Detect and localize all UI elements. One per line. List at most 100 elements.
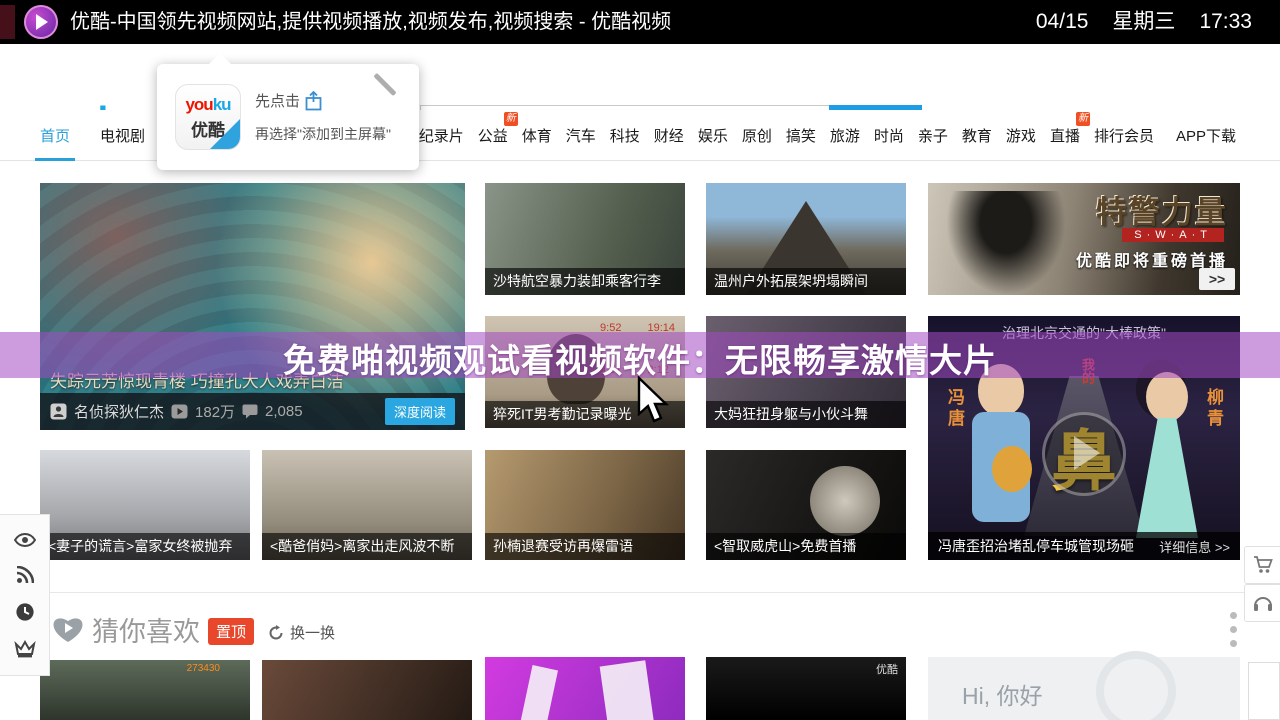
- deep-read-badge[interactable]: 深度阅读: [385, 398, 455, 425]
- time-text: 17:33: [1199, 0, 1252, 44]
- tooltip-step1-text: 先点击: [255, 90, 300, 111]
- app-logo-ku: ku: [213, 95, 231, 114]
- clock-area: 04/15 星期三 17:33: [1036, 0, 1252, 44]
- tooltip-step1: 先点击: [255, 90, 322, 111]
- app-icon-logo: youku: [176, 95, 240, 115]
- nav-item-sports[interactable]: 体育: [522, 125, 552, 146]
- video-card[interactable]: <酷爸俏妈>离家出走风波不断: [262, 450, 472, 560]
- play-overlay-icon[interactable]: [1042, 412, 1126, 496]
- nav-item-funny[interactable]: 搞笑: [786, 125, 816, 146]
- swat-title: 特警力量: [1096, 187, 1228, 232]
- nav-item-education[interactable]: 教育: [962, 125, 992, 146]
- feature-meta-bar: 名侦探狄仁杰 182万 2,085 深度阅读: [40, 393, 465, 430]
- video-caption: 沙特航空暴力装卸乘客行李: [485, 268, 685, 295]
- banner-next-button[interactable]: >>: [1199, 268, 1235, 290]
- video-caption: 大妈狂扭身躯与小伙斗舞: [706, 401, 906, 428]
- nav-item-ranking[interactable]: 排行: [1094, 125, 1124, 146]
- nav-item-finance[interactable]: 财经: [654, 125, 684, 146]
- rss-icon[interactable]: [16, 566, 34, 584]
- headphones-button[interactable]: [1244, 584, 1280, 622]
- crown-icon[interactable]: [14, 640, 36, 658]
- video-card[interactable]: [262, 660, 472, 720]
- video-caption: <智取威虎山>免费首播: [706, 533, 906, 560]
- refresh-button[interactable]: 换一换: [268, 622, 335, 643]
- video-caption: 温州户外拓展架坍塌瞬间: [706, 268, 906, 295]
- app-icon-ribbon: [210, 119, 240, 149]
- more-options-menu[interactable]: [1230, 612, 1237, 647]
- left-floating-toolbar: [0, 514, 50, 676]
- overlay-banner: 免费啪视频观试看视频软件：无限畅享激情大片: [0, 332, 1280, 378]
- video-card[interactable]: 沙特航空暴力装卸乘客行李: [485, 183, 685, 295]
- nav-mid-group: 资讯 拍客 纪录片 公益新 体育 汽车 科技 财经 娱乐 原创 搞笑 旅游 时尚…: [331, 125, 1124, 146]
- nav-item-family[interactable]: 亲子: [918, 125, 948, 146]
- nav-item-live[interactable]: 直播新: [1050, 125, 1080, 146]
- feature-comments: 2,085: [265, 403, 303, 420]
- history-clock-icon[interactable]: [15, 602, 35, 622]
- youku-play-icon: [24, 5, 58, 39]
- video-card[interactable]: 273430: [40, 660, 250, 720]
- feature-card[interactable]: 失踪元芳惊现青楼 巧撞孔大人戏弄白洁 名侦探狄仁杰 182万 2,085 深度阅…: [40, 183, 465, 430]
- video-card[interactable]: 优酷: [706, 657, 906, 720]
- top-title-bar: 优酷-中国领先视频网站,提供视频播放,视频发布,视频搜索 - 优酷视频 04/1…: [0, 0, 1280, 44]
- tall-caption: 冯唐歪招治堵乱停车城管现场砸: [938, 536, 1134, 556]
- new-badge: 新: [504, 112, 518, 126]
- nav-item-original[interactable]: 原创: [742, 125, 772, 146]
- nav-item-tv[interactable]: 电视剧: [100, 125, 145, 146]
- add-to-homescreen-tooltip: youku 优酷 先点击 再选择"添加到主屏幕": [157, 64, 419, 170]
- guess-section-title: 猜你喜欢: [92, 610, 200, 649]
- video-card[interactable]: 温州户外拓展架坍塌瞬间: [706, 183, 906, 295]
- play-count-icon: [171, 404, 188, 419]
- nav-item-home[interactable]: 首页: [40, 125, 70, 146]
- nav-item-auto[interactable]: 汽车: [566, 125, 596, 146]
- headphones-icon: [1253, 594, 1273, 612]
- nav-item-charity[interactable]: 公益新: [478, 125, 508, 146]
- nav-item-tech[interactable]: 科技: [610, 125, 640, 146]
- mouse-cursor: [636, 376, 672, 424]
- share-icon: [305, 91, 322, 111]
- swat-banner[interactable]: 特警力量 S·W·A·T 优酷即将重磅首播 >>: [928, 183, 1240, 295]
- video-card[interactable]: <智取威虎山>免费首播: [706, 450, 906, 560]
- nav-item-charity-label: 公益: [478, 128, 508, 145]
- guess-heart-icon: [52, 614, 84, 644]
- nav-item-app-download[interactable]: APP下载: [1176, 125, 1236, 146]
- video-caption: <妻子的谎言>富家女终被抛弃: [40, 533, 250, 560]
- video-card[interactable]: 孙楠退赛受访再爆雷语: [485, 450, 685, 560]
- app-logo-you: you: [185, 95, 212, 114]
- new-badge: 新: [1076, 112, 1090, 126]
- weekday-text: 星期三: [1112, 0, 1175, 44]
- logo-art: [518, 665, 558, 720]
- refresh-icon: [268, 625, 284, 641]
- window-title: 优酷-中国领先视频网站,提供视频播放,视频发布,视频搜索 - 优酷视频: [70, 0, 671, 44]
- tooltip-step2: 再选择"添加到主屏幕": [255, 124, 391, 144]
- nav-item-fashion[interactable]: 时尚: [874, 125, 904, 146]
- corner-block: [0, 5, 15, 39]
- youku-app-icon: youku 优酷: [175, 84, 241, 150]
- nav-item-live-label: 直播: [1050, 128, 1080, 145]
- nav-right-group: 会员 APP下载: [1124, 125, 1236, 146]
- pinned-badge[interactable]: 置顶: [208, 618, 254, 645]
- pen-stroke: [373, 73, 396, 96]
- tall-caption-bar: 冯唐歪招治堵乱停车城管现场砸 详细信息 >>: [928, 532, 1240, 560]
- screen: 优酷-中国领先视频网站,提供视频播放,视频发布,视频搜索 - 优酷视频 04/1…: [0, 0, 1280, 720]
- comment-icon: [242, 404, 258, 419]
- video-caption: <酷爸俏妈>离家出走风波不断: [262, 533, 472, 560]
- nav-item-vip[interactable]: 会员: [1124, 125, 1154, 146]
- nav-item-ent[interactable]: 娱乐: [698, 125, 728, 146]
- logo-art: [600, 660, 657, 720]
- eye-icon[interactable]: [14, 532, 36, 548]
- cart-button[interactable]: [1244, 546, 1280, 584]
- nav-item-games[interactable]: 游戏: [1006, 125, 1036, 146]
- nav-item-travel[interactable]: 旅游: [830, 125, 860, 146]
- details-link[interactable]: 详细信息 >>: [1159, 537, 1230, 556]
- nav-item-documentary[interactable]: 纪录片: [419, 125, 464, 146]
- fur-art: [810, 466, 880, 536]
- greeting-text: Hi, 你好: [962, 677, 1043, 711]
- swat-subtitle: S·W·A·T: [1122, 228, 1224, 242]
- greeting-panel[interactable]: Hi, 你好: [928, 657, 1240, 720]
- video-card[interactable]: <妻子的谎言>富家女终被抛弃: [40, 450, 250, 560]
- video-card[interactable]: [485, 657, 685, 720]
- feature-channel: 名侦探狄仁杰: [74, 401, 164, 422]
- section-divider: [0, 592, 1280, 593]
- youku-watermark: 优酷: [876, 661, 898, 677]
- view-count-overlay: 273430: [187, 663, 220, 674]
